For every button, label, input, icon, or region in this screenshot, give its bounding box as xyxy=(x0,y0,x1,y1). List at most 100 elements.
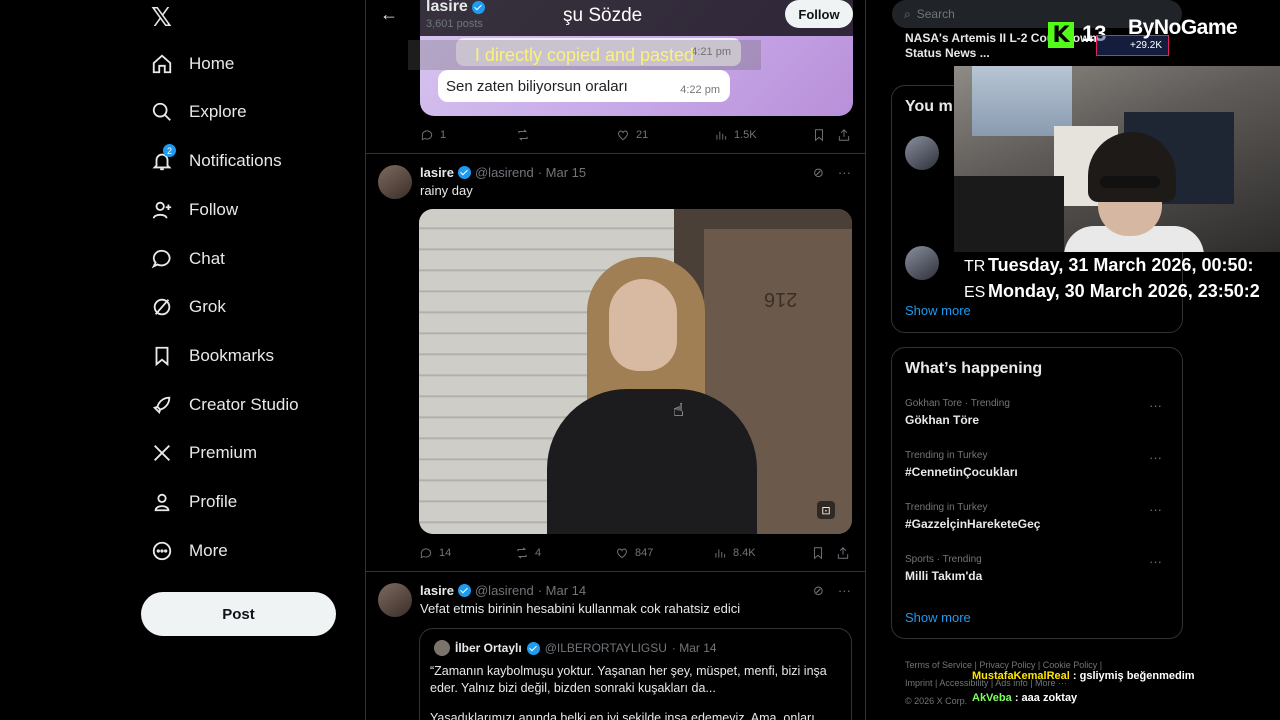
quoted-handle: @ILBERORTAYLIGSU xyxy=(544,641,667,655)
bookmark-button[interactable] xyxy=(811,546,825,560)
tweet1-actions: 1 21 1.5K xyxy=(420,125,853,145)
brand-logo: ByNoGame xyxy=(1128,16,1238,39)
grok-explain-icon[interactable]: ⊘ xyxy=(813,165,824,181)
stream-subtitle: şu Sözde xyxy=(563,5,643,26)
like-count: 21 xyxy=(636,129,649,141)
stream-caption: I directly copied and pasted xyxy=(408,40,761,70)
avatar[interactable] xyxy=(378,583,412,617)
views-count: 1.5K xyxy=(734,129,757,141)
verified-badge-icon xyxy=(471,0,485,14)
trend-context: Trending in Turkey xyxy=(905,502,988,513)
nav-notifications[interactable]: 2 Notifications xyxy=(141,141,282,181)
news-headline[interactable]: NASA's Artemis II L-2 Countdown Status N… xyxy=(905,31,1105,61)
more-circle-icon xyxy=(141,540,183,562)
x-logo-icon[interactable]: 𝕏 xyxy=(151,2,172,33)
trend-title: #CennetinÇocukları xyxy=(905,465,1018,479)
avatar xyxy=(434,640,450,656)
tweet2-date[interactable]: · Mar 15 xyxy=(538,165,586,180)
more-options-icon[interactable]: ··· xyxy=(1149,450,1162,465)
chat-line: MustafaKemalReal : gsliymiş beğenmedim xyxy=(972,665,1195,687)
post-button[interactable]: Post xyxy=(141,592,336,636)
nav-premium[interactable]: Premium xyxy=(141,433,257,473)
more-options-icon[interactable]: ··· xyxy=(1149,398,1162,413)
views-count: 8.4K xyxy=(733,547,756,559)
tweet3-handle[interactable]: @lasirend xyxy=(475,583,534,598)
views-chart-icon xyxy=(715,549,726,558)
trend-context: Trending in Turkey xyxy=(905,450,988,461)
tweet-divider xyxy=(366,153,865,154)
more-options-icon[interactable]: ··· xyxy=(838,165,851,181)
nav-explore[interactable]: Explore xyxy=(141,92,247,132)
nav-chat[interactable]: Chat xyxy=(141,239,225,279)
quoted-text: “Zamanın kaybolmuşu yoktur. Yaşanan her … xyxy=(430,664,827,695)
views-button[interactable]: 8.4K xyxy=(713,546,756,560)
trend-item[interactable]: Sports · Trending Milli Takım'da ··· xyxy=(905,554,1170,583)
person-icon xyxy=(141,491,183,513)
tweet3-author-name[interactable]: lasire xyxy=(420,583,454,598)
trend-context: Gokhan Tore · Trending xyxy=(905,398,1010,409)
avatar[interactable] xyxy=(905,136,939,170)
clock-es-code: ES xyxy=(964,284,986,301)
views-chart-icon xyxy=(716,131,727,140)
trend-item[interactable]: Trending in Turkey #CennetinÇocukları ··… xyxy=(905,450,1170,479)
tweet3-tools: ⊘ ··· xyxy=(813,583,851,599)
tweet2-photo[interactable]: 216 ⊡ xyxy=(419,209,852,534)
nav-premium-label: Premium xyxy=(189,443,258,462)
reply-button[interactable]: 1 xyxy=(420,128,446,142)
nav-follow[interactable]: Follow xyxy=(141,190,238,230)
search-icon xyxy=(141,101,183,123)
more-options-icon[interactable]: ··· xyxy=(1149,502,1162,517)
repost-button[interactable]: 4 xyxy=(515,546,541,560)
who-to-follow-show-more[interactable]: Show more xyxy=(905,303,971,318)
tweet2-actions: 14 4 847 8.4K xyxy=(419,543,852,563)
streamer-webcam xyxy=(954,66,1280,252)
quoted-author-name: İlber Ortaylı xyxy=(455,641,522,655)
trend-item[interactable]: Trending in Turkey #GazzeİçinHareketeGeç… xyxy=(905,502,1170,531)
heart-icon xyxy=(618,130,628,141)
nav-bookmarks[interactable]: Bookmarks xyxy=(141,336,274,376)
whats-happening-show-more[interactable]: Show more xyxy=(905,610,971,625)
share-button[interactable] xyxy=(837,128,851,142)
nav-grok[interactable]: Grok xyxy=(141,287,226,327)
verified-badge-icon xyxy=(457,166,471,179)
like-button[interactable]: 21 xyxy=(616,128,648,142)
alt-text-icon[interactable]: ⊡ xyxy=(817,501,835,519)
tweet3-date[interactable]: · Mar 14 xyxy=(538,583,586,598)
bookmark-button[interactable] xyxy=(812,128,826,142)
quoted-tweet[interactable]: İlber Ortaylı @ILBERORTAYLIGSU · Mar 14 … xyxy=(419,628,852,720)
nav-creator-studio-label: Creator Studio xyxy=(189,395,299,414)
stream-chat-overlay: MustafaKemalReal : gsliymiş beğenmedim A… xyxy=(972,665,1195,709)
more-options-icon[interactable]: ··· xyxy=(838,583,851,599)
whats-happening-title: What’s happening xyxy=(905,360,1043,377)
tweet2-meta: lasire @lasirend · Mar 15 xyxy=(420,165,586,180)
chat-line: AkVeba : aaa zoktay xyxy=(972,687,1195,709)
screen: 𝕏 Home Explore 2 Notifications Follow Ch… xyxy=(0,0,1280,720)
nav-creator-studio[interactable]: Creator Studio xyxy=(141,385,299,425)
more-options-icon[interactable]: ··· xyxy=(1149,554,1162,569)
share-button[interactable] xyxy=(836,546,850,560)
reply-button[interactable]: 14 xyxy=(419,546,451,560)
tweet2-author-name[interactable]: lasire xyxy=(420,165,454,180)
photo-person-body xyxy=(547,389,757,534)
trend-item[interactable]: Gokhan Tore · Trending Gökhan Töre ··· xyxy=(905,398,1170,427)
quoted-date: · Mar 14 xyxy=(671,641,717,655)
nav-profile[interactable]: Profile xyxy=(141,482,237,522)
back-arrow-icon[interactable]: ← xyxy=(380,4,398,25)
tweet2-handle[interactable]: @lasirend xyxy=(475,165,534,180)
nav-explore-label: Explore xyxy=(189,102,247,121)
nav-home[interactable]: Home xyxy=(141,44,234,84)
grok-explain-icon[interactable]: ⊘ xyxy=(813,583,824,599)
avatar[interactable] xyxy=(905,246,939,280)
add-person-icon xyxy=(141,199,183,221)
header-name-text: lasire xyxy=(426,0,468,15)
tweet2-tools: ⊘ ··· xyxy=(813,165,851,181)
nav-more[interactable]: More xyxy=(141,531,228,571)
views-button[interactable]: 1.5K xyxy=(714,128,757,142)
nav-follow-label: Follow xyxy=(189,200,239,219)
avatar[interactable] xyxy=(378,165,412,199)
chat-message: : aaa zoktay xyxy=(1014,692,1078,704)
repost-button[interactable] xyxy=(516,128,536,142)
verified-badge-icon xyxy=(457,584,471,597)
like-button[interactable]: 847 xyxy=(615,546,653,560)
follow-button[interactable]: Follow xyxy=(785,0,853,28)
